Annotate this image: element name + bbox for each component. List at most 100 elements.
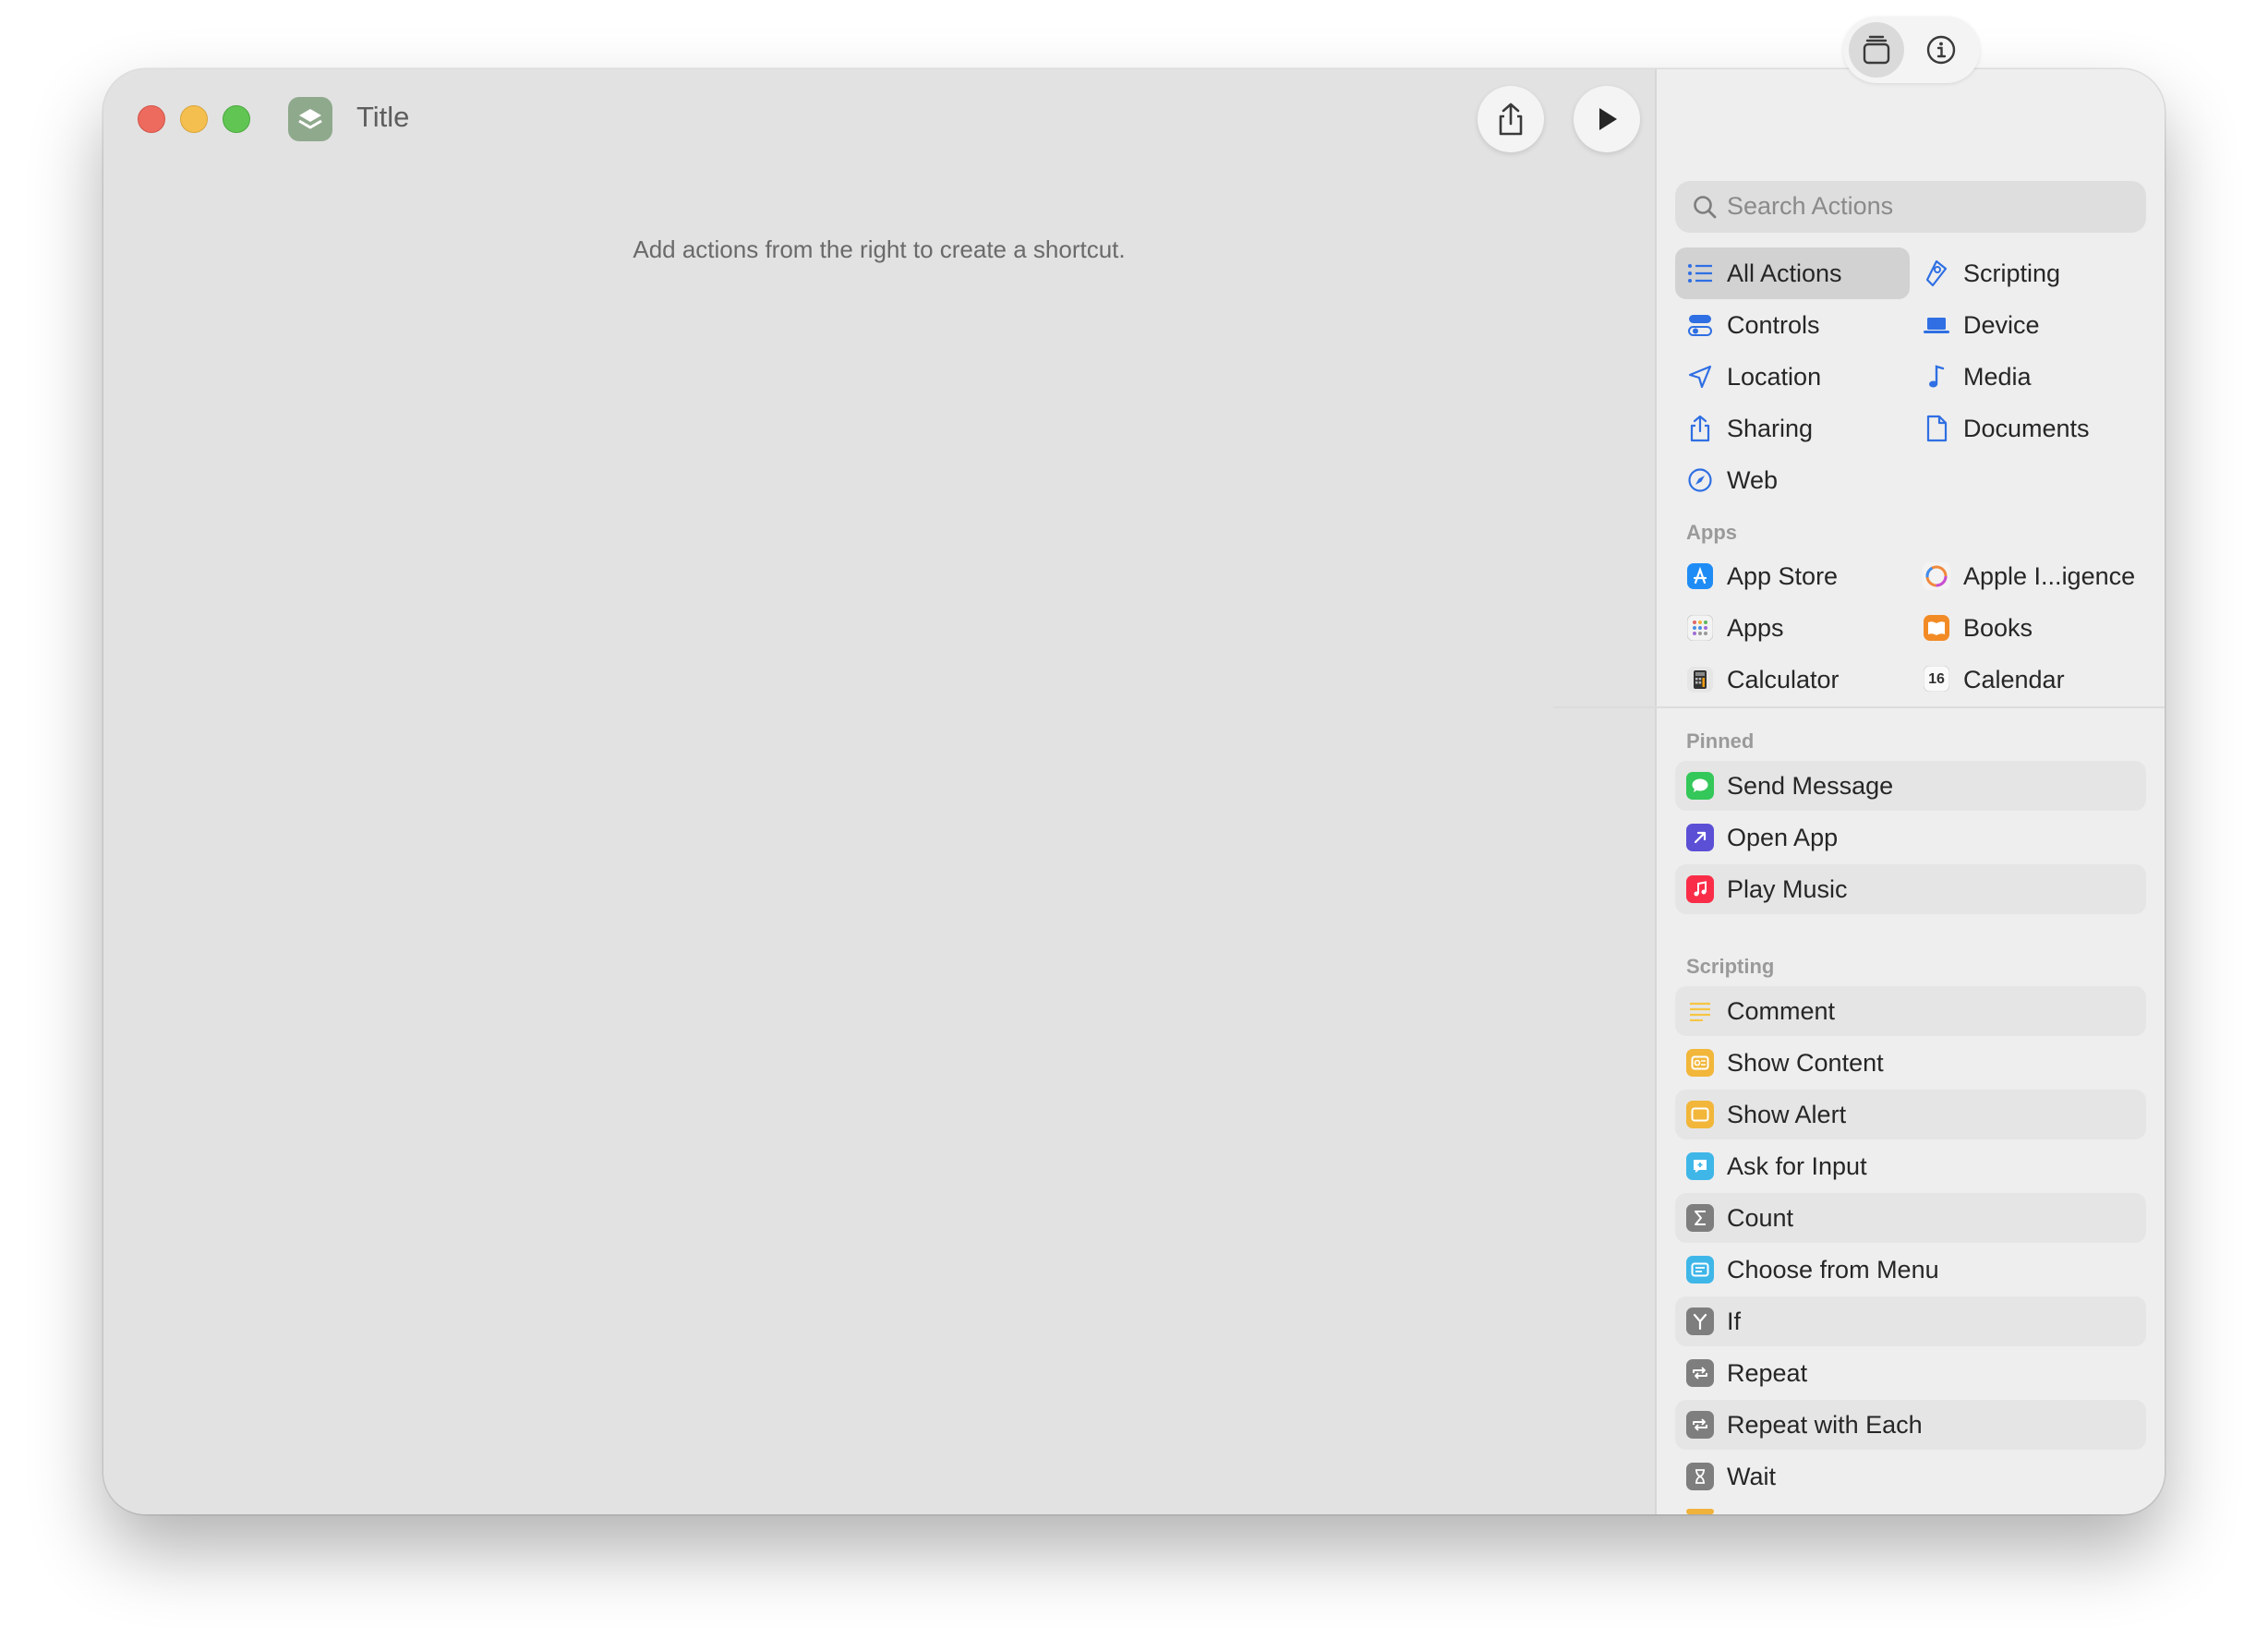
document-icon bbox=[1923, 415, 1950, 442]
close-button[interactable] bbox=[138, 105, 165, 133]
action-label: Show Alert bbox=[1727, 1100, 1847, 1128]
action-label: Comment bbox=[1727, 996, 1836, 1025]
empty-state-hint: Add actions from the right to create a s… bbox=[633, 235, 1126, 263]
search-placeholder: Search Actions bbox=[1727, 192, 1894, 220]
section-divider bbox=[1553, 706, 2165, 708]
category-web[interactable]: Web bbox=[1675, 454, 1910, 506]
category-documents[interactable]: Documents bbox=[1912, 403, 2146, 454]
scripting-heading: Scripting bbox=[1686, 955, 1775, 978]
music-note-icon bbox=[1923, 363, 1950, 391]
action-label: Repeat bbox=[1727, 1358, 1808, 1387]
window-title[interactable]: Title bbox=[356, 101, 409, 134]
list-icon bbox=[1686, 259, 1714, 287]
repeat-icon bbox=[1686, 1359, 1714, 1387]
app-store-icon bbox=[1686, 562, 1714, 590]
compass-icon bbox=[1686, 466, 1714, 494]
comment-icon bbox=[1686, 997, 1714, 1025]
category-label: All Actions bbox=[1727, 259, 1842, 287]
action-choose-from-menu[interactable]: Choose from Menu bbox=[1675, 1245, 2146, 1295]
action-wait[interactable]: Wait bbox=[1675, 1452, 2146, 1501]
next-action-icon-peek bbox=[1686, 1509, 1714, 1514]
action-repeat-with-each[interactable]: Repeat with Each bbox=[1675, 1400, 2146, 1450]
apps-grid-icon bbox=[1686, 614, 1714, 642]
category-media[interactable]: Media bbox=[1912, 351, 2146, 403]
sigma-icon bbox=[1686, 1204, 1714, 1232]
pinned-play-music[interactable]: Play Music bbox=[1675, 864, 2146, 914]
library-segment[interactable] bbox=[1849, 22, 1904, 78]
app-books[interactable]: Books bbox=[1912, 602, 2146, 654]
messages-icon bbox=[1686, 772, 1714, 800]
action-show-alert[interactable]: Show Alert bbox=[1675, 1090, 2146, 1139]
info-segment[interactable] bbox=[1913, 22, 1969, 78]
play-icon bbox=[1599, 108, 1617, 130]
pinned-open-app[interactable]: Open App bbox=[1675, 813, 2146, 862]
shortcut-icon[interactable] bbox=[288, 97, 332, 141]
action-label: Open App bbox=[1727, 823, 1839, 851]
calculator-icon bbox=[1686, 666, 1714, 693]
share-button[interactable] bbox=[1478, 86, 1544, 152]
location-arrow-icon bbox=[1686, 363, 1714, 391]
scripting-icon bbox=[1923, 259, 1950, 287]
search-actions-field[interactable]: Search Actions bbox=[1675, 181, 2146, 233]
search-icon bbox=[1694, 196, 1717, 219]
app-label: Calculator bbox=[1727, 665, 1840, 693]
action-label: If bbox=[1727, 1307, 1742, 1335]
repeat-icon bbox=[1686, 1411, 1714, 1439]
app-label: Calendar bbox=[1963, 665, 2065, 693]
laptop-icon bbox=[1923, 311, 1950, 339]
action-label: Repeat with Each bbox=[1727, 1410, 1923, 1439]
editor-canvas[interactable]: Title Add actions from the right to crea… bbox=[103, 69, 1655, 1514]
pinned-send-message[interactable]: Send Message bbox=[1675, 761, 2146, 811]
category-label: Controls bbox=[1727, 310, 1820, 339]
action-label: Show Content bbox=[1727, 1048, 1884, 1077]
open-app-icon bbox=[1686, 824, 1714, 851]
action-count[interactable]: Count bbox=[1675, 1193, 2146, 1243]
category-label: Location bbox=[1727, 362, 1822, 391]
menu-icon bbox=[1686, 1256, 1714, 1283]
action-repeat[interactable]: Repeat bbox=[1675, 1348, 2146, 1398]
action-ask-for-input[interactable]: Ask for Input bbox=[1675, 1141, 2146, 1191]
share-icon bbox=[1499, 102, 1523, 136]
controls-icon bbox=[1686, 311, 1714, 339]
calendar-icon: 16 bbox=[1923, 666, 1950, 693]
hourglass-icon bbox=[1686, 1463, 1714, 1490]
category-device[interactable]: Device bbox=[1912, 299, 2146, 351]
share-icon bbox=[1686, 415, 1714, 442]
books-icon bbox=[1923, 614, 1950, 642]
sidebar-segmented-control bbox=[1843, 17, 1980, 83]
minimize-button[interactable] bbox=[180, 105, 208, 133]
app-calendar[interactable]: 16 Calendar bbox=[1912, 654, 2146, 705]
stack-icon bbox=[298, 109, 322, 129]
apple-intelligence-icon bbox=[1923, 562, 1950, 590]
action-label: Play Music bbox=[1727, 874, 1848, 903]
category-location[interactable]: Location bbox=[1675, 351, 1910, 403]
app-calculator[interactable]: Calculator bbox=[1675, 654, 1910, 705]
library-icon bbox=[1863, 35, 1890, 65]
app-app-store[interactable]: App Store bbox=[1675, 550, 1910, 602]
category-label: Documents bbox=[1963, 414, 2090, 442]
app-label: Apple I...igence bbox=[1963, 561, 2136, 590]
action-label: Wait bbox=[1727, 1462, 1776, 1490]
action-comment[interactable]: Comment bbox=[1675, 986, 2146, 1036]
action-if[interactable]: If bbox=[1675, 1296, 2146, 1346]
action-label: Send Message bbox=[1727, 771, 1894, 800]
app-label: Apps bbox=[1727, 613, 1784, 642]
category-label: Scripting bbox=[1963, 259, 2061, 287]
category-all-actions[interactable]: All Actions bbox=[1675, 247, 1910, 299]
ask-input-icon bbox=[1686, 1152, 1714, 1180]
category-scripting[interactable]: Scripting bbox=[1912, 247, 2146, 299]
show-alert-icon bbox=[1686, 1101, 1714, 1128]
category-controls[interactable]: Controls bbox=[1675, 299, 1910, 351]
app-apple-intelligence[interactable]: Apple I...igence bbox=[1912, 550, 2146, 602]
app-apps[interactable]: Apps bbox=[1675, 602, 1910, 654]
category-label: Sharing bbox=[1727, 414, 1814, 442]
app-label: App Store bbox=[1727, 561, 1839, 590]
zoom-button[interactable] bbox=[223, 105, 250, 133]
action-label: Count bbox=[1727, 1203, 1794, 1232]
category-label: Web bbox=[1727, 465, 1779, 494]
action-label: Choose from Menu bbox=[1727, 1255, 1939, 1283]
action-show-content[interactable]: Show Content bbox=[1675, 1038, 2146, 1088]
run-button[interactable] bbox=[1574, 86, 1640, 152]
category-label: Device bbox=[1963, 310, 2040, 339]
category-sharing[interactable]: Sharing bbox=[1675, 403, 1910, 454]
